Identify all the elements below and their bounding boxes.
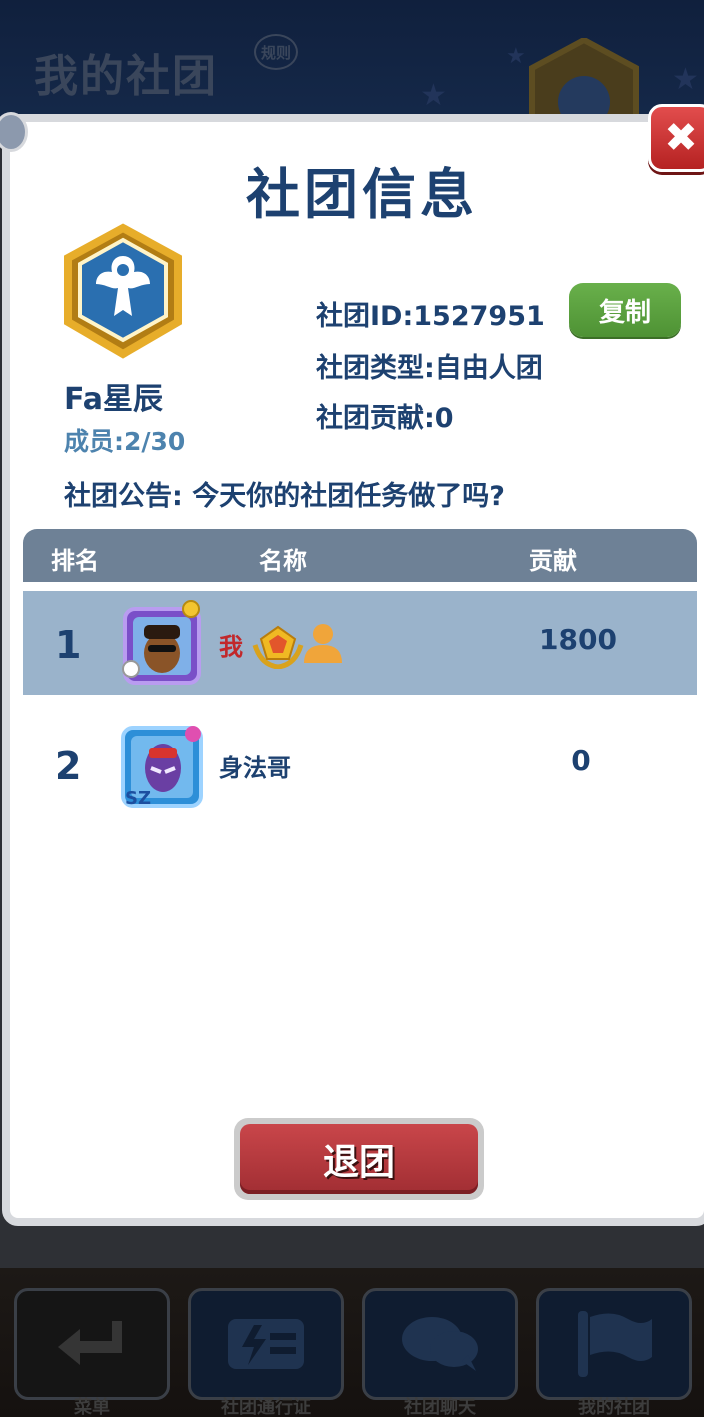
table-row[interactable]: 1 我 1800 <box>23 591 697 695</box>
club-contribution: 社团贡献:0 <box>316 403 454 434</box>
person-icon <box>304 624 342 663</box>
player-avatar-icon <box>122 600 201 685</box>
player-avatar-icon: SZ <box>121 726 203 808</box>
header-contribution: 贡献 <box>529 547 577 575</box>
quit-club-label: 退团 <box>240 1124 478 1194</box>
row-contribution: 0 <box>571 744 591 777</box>
row-rank: 2 <box>55 744 82 788</box>
quit-club-button[interactable]: 退团 <box>234 1118 484 1200</box>
star-icon: ★ <box>506 44 526 69</box>
copy-button[interactable]: 复制 <box>569 283 681 337</box>
nav-my-club-button[interactable]: 我的社团 <box>536 1288 692 1417</box>
club-name: Fa星辰 <box>64 382 163 417</box>
nav-menu-button[interactable]: 菜单 <box>14 1288 170 1417</box>
background-header: 我的社团 规则 ★ ★ ★ <box>0 0 704 130</box>
background-title: 我的社团 <box>34 51 218 102</box>
club-notice: 社团公告: 今天你的社团任务做了吗? <box>64 481 505 512</box>
header-rank: 排名 <box>51 547 99 575</box>
nav-my-club-label: 我的社团 <box>578 1397 650 1417</box>
row-rank: 1 <box>55 623 82 667</box>
pass-ticket-icon <box>228 1319 304 1369</box>
row-contribution: 1800 <box>539 623 617 656</box>
dialog-title: 社团信息 <box>246 163 478 226</box>
club-type: 社团类型:自由人团 <box>316 353 543 384</box>
star-icon: ★ <box>420 78 447 113</box>
flag-icon <box>578 1311 652 1377</box>
svg-text:SZ: SZ <box>125 788 151 808</box>
nav-chat-button[interactable]: 社团聊天 <box>362 1288 518 1417</box>
rules-button[interactable]: 规则 <box>254 34 298 70</box>
nav-chat-label: 社团聊天 <box>404 1397 476 1417</box>
nav-menu-label: 菜单 <box>74 1397 110 1417</box>
chat-bubbles-icon <box>402 1317 478 1371</box>
header-name: 名称 <box>259 547 307 575</box>
star-icon: ★ <box>672 62 699 97</box>
table-row[interactable]: 2 SZ 身法哥 0 <box>23 712 697 816</box>
return-arrow-icon <box>58 1321 122 1365</box>
row-name: 身法哥 <box>219 754 291 782</box>
member-table-header: 排名 名称 贡献 <box>23 529 697 582</box>
nav-pass-button[interactable]: 社团通行证 <box>188 1288 344 1417</box>
winged-emblem-badge-icon <box>64 223 182 359</box>
club-id: 社团ID:1527951 <box>316 301 545 332</box>
rank-medal-icon <box>252 625 304 669</box>
nav-pass-label: 社团通行证 <box>221 1397 311 1417</box>
club-members-count: 成员:2/30 <box>64 427 186 456</box>
row-name: 我 <box>219 633 243 661</box>
